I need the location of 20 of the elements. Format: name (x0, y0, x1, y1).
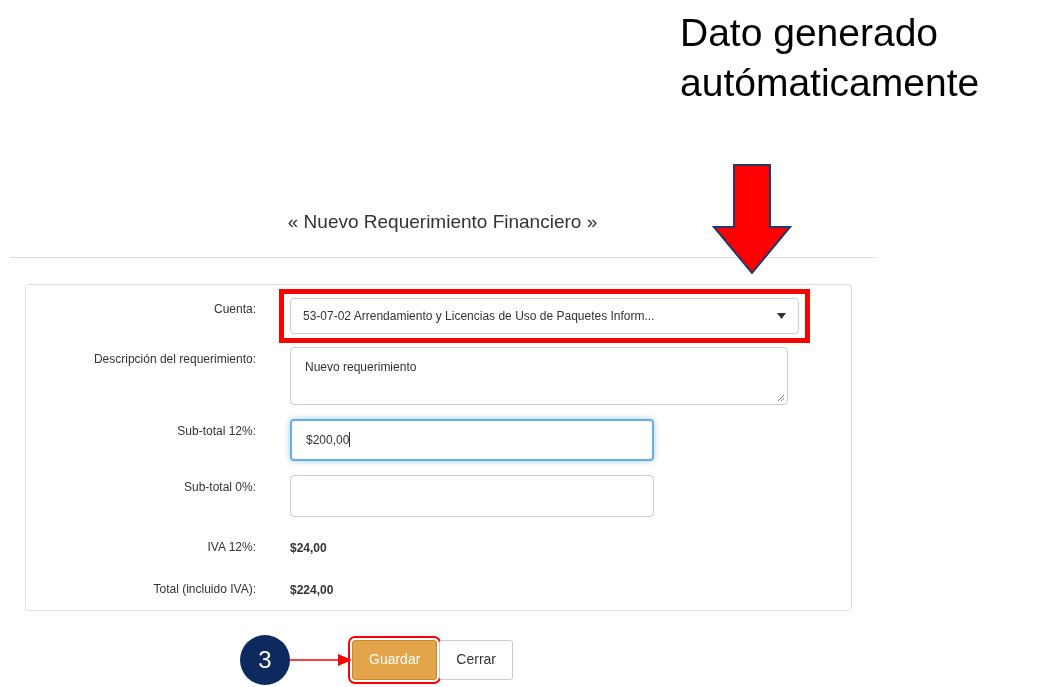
dialog-title: « Nuevo Requerimiento Financiero » (287, 211, 598, 232)
field-label: Total (incluido IVA): (153, 581, 256, 596)
step-badge: 3 (240, 634, 290, 685)
field-label: Sub-total 12%: (177, 423, 256, 438)
down-arrow-icon (712, 163, 792, 275)
field-label: Cuenta: (213, 301, 256, 316)
field-label: Descripción del requerimiento: (93, 351, 256, 366)
account-select[interactable]: 53-07-02 Arrendamiento y Licencias de Uso de Paquetes Inform... (290, 297, 799, 334)
annotation-text: Dato generado autómaticamente (680, 10, 981, 106)
computed-value: $224,00 (290, 581, 334, 597)
description-field[interactable]: Nuevo requerimiento (290, 346, 788, 405)
dialog-button[interactable]: Cerrar (439, 639, 514, 680)
field-label: IVA 12%: (207, 539, 256, 554)
field-label: Sub-total 0%: (183, 479, 256, 494)
computed-value: $24,00 (290, 539, 327, 555)
amount-field[interactable]: $200,00 (290, 418, 654, 461)
caret-icon (777, 312, 786, 319)
pointer-arrow-icon (290, 653, 352, 666)
resize-handle-icon (777, 393, 785, 402)
amount-field[interactable] (290, 474, 654, 517)
